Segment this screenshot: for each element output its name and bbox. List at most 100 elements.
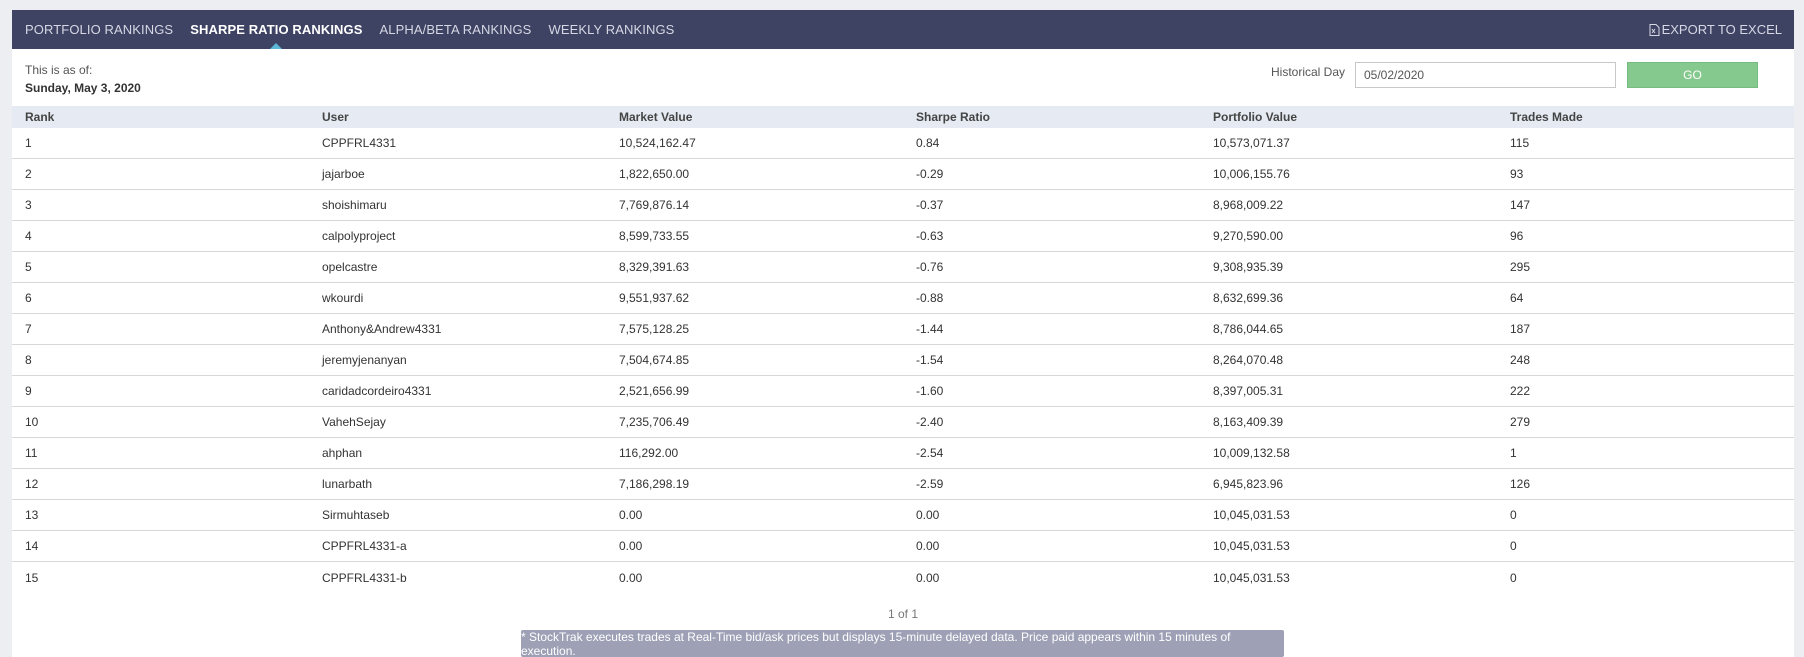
cell-user[interactable]: wkourdi (309, 291, 606, 305)
cell-sharpe-ratio: 0.00 (916, 508, 940, 522)
cell-user[interactable]: ahphan (309, 446, 606, 460)
historical-day-controls: Historical Day GO (1271, 62, 1758, 88)
header-trades-made[interactable]: Trades Made (1497, 110, 1794, 124)
cell-market-value: 0.00 (619, 570, 643, 585)
cell-market-value: 2,521,656.99 (619, 384, 690, 398)
cell-rank: 9 (25, 384, 32, 398)
cell-rank: 7 (25, 322, 32, 336)
tab-sharpe-ratio-rankings[interactable]: SHARPE RATIO RANKINGS (190, 10, 362, 49)
cell-portfolio-value: 8,968,009.22 (1213, 198, 1284, 212)
cell-user[interactable]: calpolyproject (309, 229, 606, 243)
cell-rank: 1 (25, 136, 32, 150)
rankings-table: Rank User Market Value Sharpe Ratio Port… (12, 106, 1794, 593)
cell-portfolio-value: 8,397,005.31 (1213, 384, 1284, 398)
table-header-row: Rank User Market Value Sharpe Ratio Port… (12, 106, 1794, 128)
table-row: 8 jeremyjenanyan 7,504,674.85 -1.54 8,264,07… (12, 345, 1794, 376)
cell-market-value: 0.00 (619, 539, 643, 553)
cell-rank: 3 (25, 198, 32, 212)
cell-trades-made: 0 (1510, 508, 1517, 522)
cell-user[interactable]: Sirmuhtaseb (309, 508, 606, 522)
cell-market-value: 1,822,650.00 (619, 167, 690, 181)
cell-trades-made: 0 (1510, 570, 1517, 585)
cell-sharpe-ratio: -2.54 (916, 446, 944, 460)
table-row: 1 CPPFRL4331 10,524,162.47 0.84 10,573,071.3… (12, 128, 1794, 159)
cell-portfolio-value: 9,308,935.39 (1213, 260, 1284, 274)
cell-market-value: 8,329,391.63 (619, 260, 690, 274)
cell-rank: 15 (25, 570, 39, 585)
table-row: 5 opelcastre 8,329,391.63 -0.76 9,308,935.39… (12, 252, 1794, 283)
cell-rank: 4 (25, 229, 32, 243)
historical-day-label: Historical Day (1270, 65, 1345, 79)
cell-user[interactable]: Anthony&Andrew4331 (309, 322, 606, 336)
tab-portfolio-rankings[interactable]: PORTFOLIO RANKINGS (25, 10, 173, 49)
tab-alpha-beta-rankings[interactable]: ALPHA/BETA RANKINGS (380, 10, 532, 49)
cell-user[interactable]: shoishimaru (309, 198, 606, 212)
rankings-nav-bar: PORTFOLIO RANKINGS SHARPE RATIO RANKINGS… (12, 10, 1794, 49)
cell-portfolio-value: 6,945,823.96 (1213, 477, 1284, 491)
cell-sharpe-ratio: -0.76 (916, 260, 944, 274)
cell-user[interactable]: lunarbath (309, 477, 606, 491)
table-row: 3 shoishimaru 7,769,876.14 -0.37 8,968,009.2… (12, 190, 1794, 221)
cell-market-value: 7,504,674.85 (619, 353, 690, 367)
cell-trades-made: 295 (1510, 260, 1531, 274)
cell-sharpe-ratio: -1.44 (916, 322, 944, 336)
table-row: 14 CPPFRL4331-a 0.00 0.00 10,045,031.53 0 (12, 531, 1794, 562)
cell-sharpe-ratio: -1.60 (916, 384, 944, 398)
cell-market-value: 7,769,876.14 (619, 198, 690, 212)
cell-user[interactable]: CPPFRL4331 (309, 136, 606, 150)
excel-file-icon (1649, 23, 1660, 36)
cell-market-value: 7,575,128.25 (619, 322, 690, 336)
go-button[interactable]: GO (1627, 62, 1758, 88)
cell-market-value: 9,551,937.62 (619, 291, 690, 305)
table-row: 15 CPPFRL4331-b 0.00 0.00 10,045,031.53 0 (12, 562, 1794, 593)
cell-market-value: 8,599,733.55 (619, 229, 690, 243)
historical-day-input[interactable] (1355, 62, 1616, 88)
delay-notice: * StockTrak executes trades at Real-Time… (521, 630, 1284, 657)
cell-user[interactable]: VahehSejay (309, 415, 606, 429)
cell-trades-made: 279 (1510, 415, 1531, 429)
table-row: 6 wkourdi 9,551,937.62 -0.88 8,632,699.36 64 (12, 283, 1794, 314)
cell-trades-made: 187 (1510, 322, 1531, 336)
table-row: 7 Anthony&Andrew4331 7,575,128.25 -1.44 8,78… (12, 314, 1794, 345)
cell-market-value: 116,292.00 (619, 446, 679, 460)
header-sharpe-ratio[interactable]: Sharpe Ratio (903, 110, 1200, 124)
cell-portfolio-value: 10,045,031.53 (1213, 508, 1290, 522)
cell-user[interactable]: jajarboe (309, 167, 606, 181)
cell-user[interactable]: CPPFRL4331-a (309, 539, 606, 553)
tab-weekly-rankings[interactable]: WEEKLY RANKINGS (548, 10, 674, 49)
header-portfolio-value[interactable]: Portfolio Value (1200, 110, 1497, 124)
cell-portfolio-value: 10,045,031.53 (1213, 570, 1290, 585)
cell-market-value: 7,235,706.49 (619, 415, 690, 429)
cell-user[interactable]: CPPFRL4331-b (309, 571, 606, 585)
cell-user[interactable]: caridadcordeiro4331 (309, 384, 606, 398)
cell-user[interactable]: jeremyjenanyan (309, 353, 606, 367)
cell-market-value: 10,524,162.47 (619, 136, 696, 150)
cell-trades-made: 222 (1510, 384, 1531, 398)
cell-trades-made: 115 (1510, 136, 1530, 150)
table-row: 13 Sirmuhtaseb 0.00 0.00 10,045,031.53 0 (12, 500, 1794, 531)
cell-portfolio-value: 9,270,590.00 (1213, 229, 1284, 243)
export-to-excel-button[interactable]: EXPORT TO EXCEL (1649, 10, 1782, 49)
cell-rank: 6 (25, 291, 32, 305)
cell-rank: 12 (25, 477, 39, 491)
cell-trades-made: 96 (1510, 229, 1524, 243)
cell-user[interactable]: opelcastre (309, 260, 606, 274)
cell-portfolio-value: 10,006,155.76 (1213, 167, 1290, 181)
cell-sharpe-ratio: 0.00 (916, 539, 940, 553)
table-row: 10 VahehSejay 7,235,706.49 -2.40 8,163,409.3… (12, 407, 1794, 438)
cell-sharpe-ratio: -0.37 (916, 198, 944, 212)
cell-rank: 2 (25, 167, 32, 181)
cell-portfolio-value: 8,632,699.36 (1213, 291, 1284, 305)
as-of-label: This is as of: (25, 63, 93, 77)
header-market-value[interactable]: Market Value (606, 110, 903, 124)
cell-trades-made: 0 (1510, 539, 1517, 553)
cell-rank: 14 (25, 539, 39, 553)
rankings-panel: PORTFOLIO RANKINGS SHARPE RATIO RANKINGS… (12, 10, 1794, 657)
header-rank[interactable]: Rank (12, 110, 309, 124)
pagination-text: 1 of 1 (887, 607, 919, 621)
header-user[interactable]: User (309, 110, 606, 124)
cell-rank: 5 (25, 260, 32, 274)
cell-portfolio-value: 8,163,409.39 (1213, 415, 1284, 429)
cell-portfolio-value: 8,264,070.48 (1213, 353, 1284, 367)
cell-sharpe-ratio: -2.59 (916, 477, 944, 491)
